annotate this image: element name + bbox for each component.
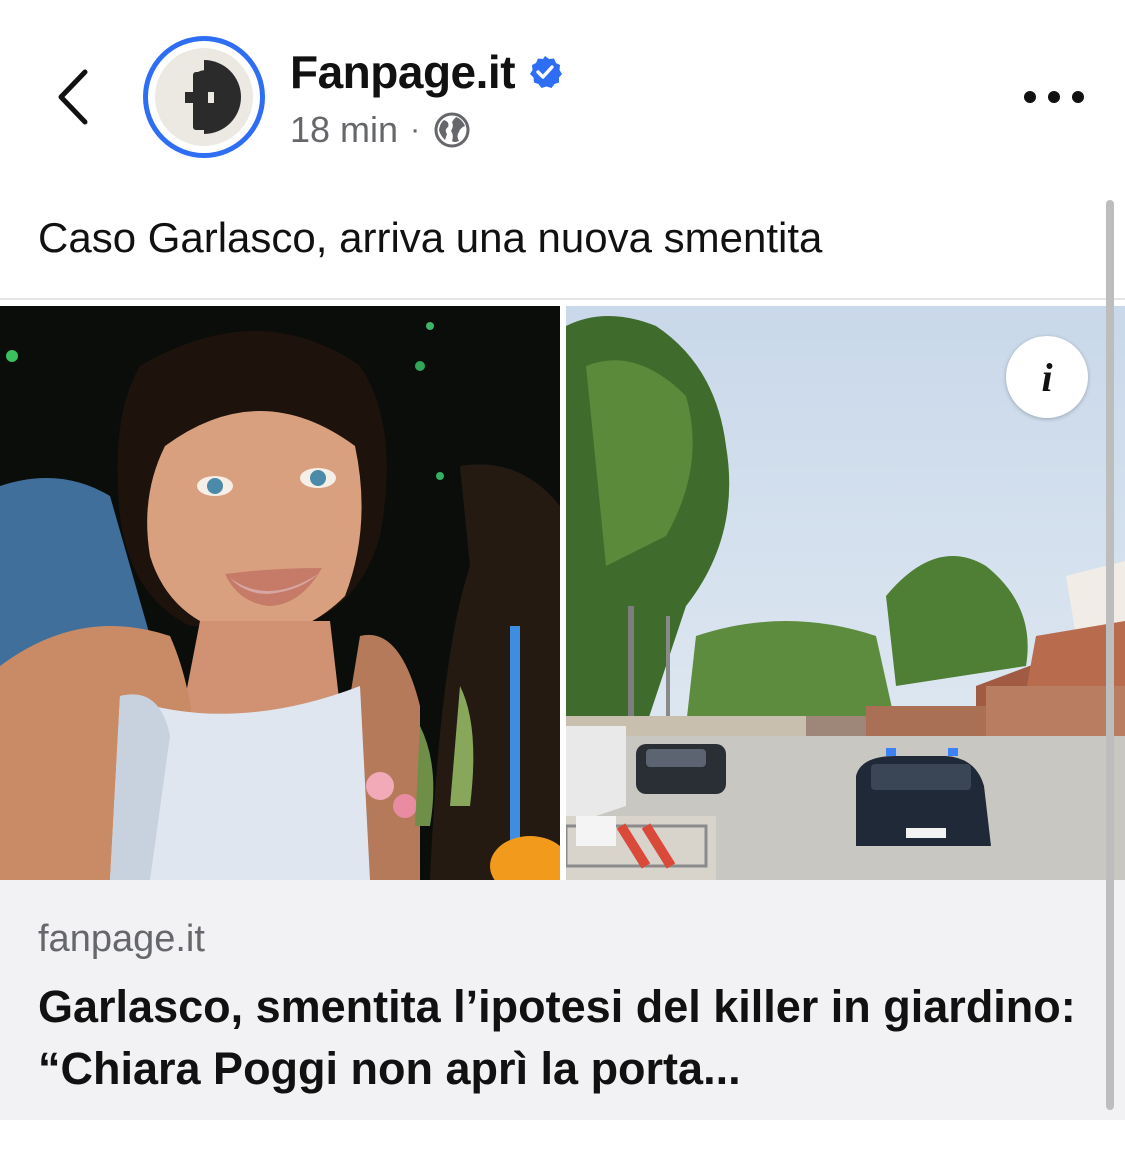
post-meta: 18 min · xyxy=(290,108,472,152)
page-name-row: Fanpage.it xyxy=(290,42,563,102)
post-timestamp[interactable]: 18 min xyxy=(290,109,398,151)
more-horizontal-icon xyxy=(1024,91,1036,103)
more-options-button[interactable] xyxy=(1024,80,1084,114)
chevron-left-icon xyxy=(58,69,88,125)
verified-badge-icon xyxy=(530,56,563,88)
globe-icon xyxy=(434,112,470,148)
link-title[interactable]: Garlasco, smentita l’ipotesi del killer … xyxy=(38,976,1088,1100)
meta-separator: · xyxy=(410,113,421,146)
page-avatar[interactable] xyxy=(143,36,265,158)
back-button[interactable] xyxy=(48,62,98,132)
scrollbar[interactable] xyxy=(1106,200,1114,1110)
post-text: Caso Garlasco, arriva una nuova smentita xyxy=(38,214,823,261)
link-domain: fanpage.it xyxy=(38,918,205,960)
info-button[interactable]: i xyxy=(1006,336,1088,418)
fanpage-logo-icon xyxy=(155,48,253,146)
post-media xyxy=(0,298,1125,880)
post-header: Fanpage.it 18 min · xyxy=(0,0,1125,190)
page-name[interactable]: Fanpage.it xyxy=(290,45,516,99)
info-icon: i xyxy=(1041,354,1053,400)
portrait-photo[interactable] xyxy=(0,306,560,880)
